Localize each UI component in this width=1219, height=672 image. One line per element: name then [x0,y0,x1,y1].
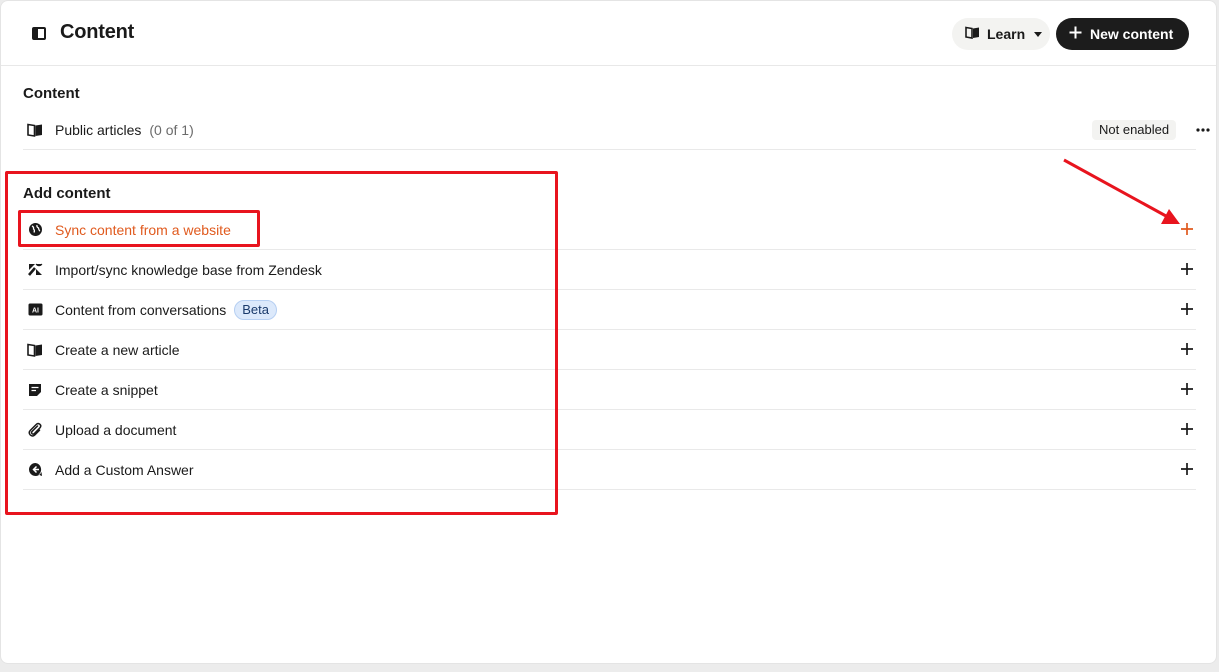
public-articles-label: Public articles [55,121,142,138]
list-item-custom-answer[interactable]: Add a Custom Answer [23,450,1196,490]
beta-badge: Beta [234,299,277,320]
learn-label: Learn [987,26,1026,42]
list-item-zendesk[interactable]: Import/sync knowledge base from Zendesk [23,250,1196,290]
book-icon [965,26,980,42]
add-plus-icon[interactable] [1179,381,1195,397]
add-plus-icon[interactable] [1179,301,1195,317]
chevron-down-icon [1034,31,1043,37]
page-title: Content [60,21,135,43]
list-item-label: Import/sync knowledge base from Zendesk [55,261,322,278]
book-icon [23,338,47,362]
list-item-label: Create a new article [55,341,180,358]
book-icon [23,118,47,142]
public-articles-row[interactable]: Public articles (0 of 1) Not enabled [23,110,1210,150]
list-item-label: Sync content from a website [55,221,231,238]
add-plus-icon[interactable] [1179,341,1195,357]
list-item-snippet[interactable]: Create a snippet [23,370,1196,410]
paperclip-icon [23,418,47,442]
list-item-sync-website[interactable]: Sync content from a website [23,210,1196,250]
new-content-label: New content [1090,26,1174,42]
add-plus-icon[interactable] [1179,461,1195,477]
custom-answer-icon [23,458,47,482]
new-content-button[interactable]: New content [1056,18,1189,50]
ai-icon: AI [23,298,47,322]
list-item-conversations[interactable]: AI Content from conversations Beta [23,290,1196,330]
list-item-label: Upload a document [55,421,177,438]
more-options-icon[interactable] [1193,120,1213,140]
list-item-label: Create a snippet [55,381,158,398]
svg-text:AI: AI [32,308,39,315]
globe-icon [23,218,47,242]
status-badge: Not enabled [1092,120,1177,140]
plus-icon [1069,26,1082,42]
content-panel: Content Learn New content Content Public… [0,0,1217,664]
add-plus-icon[interactable] [1179,421,1195,437]
add-plus-icon[interactable] [1179,221,1195,237]
learn-button[interactable]: Learn [952,18,1050,50]
list-item-upload-document[interactable]: Upload a document [23,410,1196,450]
list-item-label: Add a Custom Answer [55,461,194,478]
content-section-title: Content [23,85,80,102]
list-item-label: Content from conversations [55,301,227,318]
public-articles-count: (0 of 1) [149,121,194,138]
zendesk-icon [23,258,47,282]
sidebar-toggle-icon[interactable] [32,27,46,40]
add-plus-icon[interactable] [1179,261,1195,277]
snippet-icon [23,378,47,402]
list-item-new-article[interactable]: Create a new article [23,330,1196,370]
page-header: Content Learn New content [1,1,1216,66]
add-content-section-title: Add content [23,185,111,202]
